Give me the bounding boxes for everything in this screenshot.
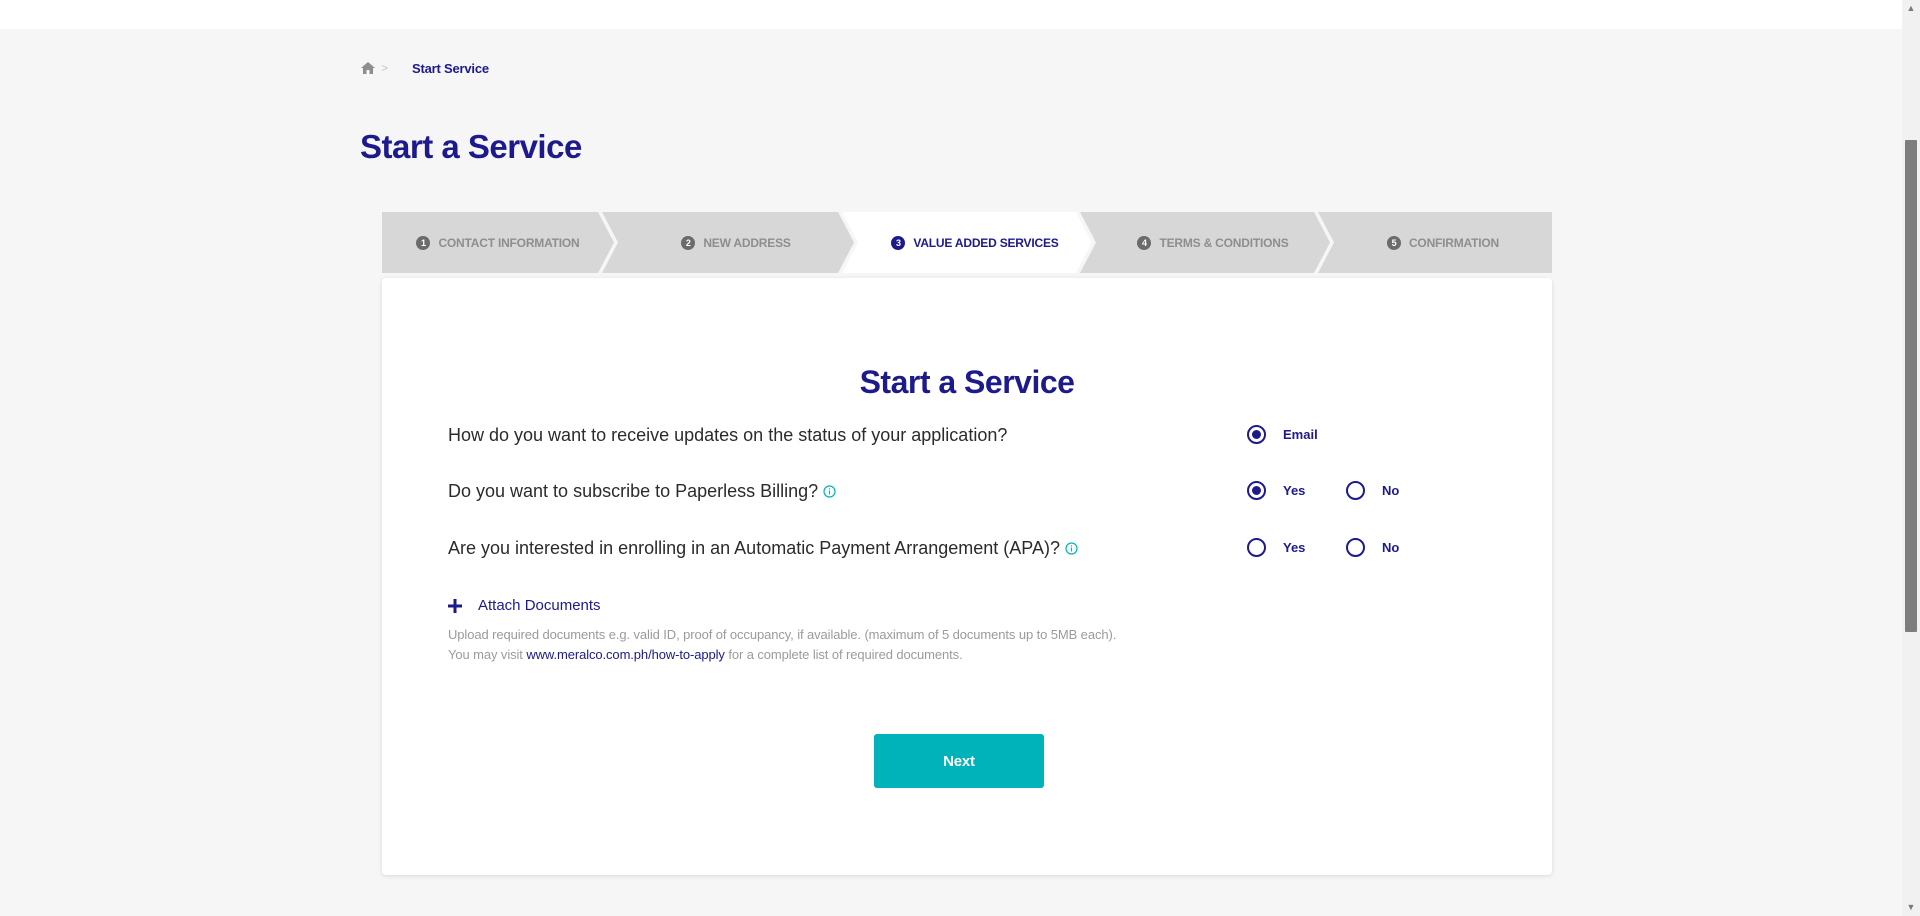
scrollbar-thumb[interactable] [1905,140,1917,632]
radio-label: Email [1283,427,1318,442]
radio-apa-no[interactable]: No [1346,538,1399,557]
progress-stepper: 1 CONTACT INFORMATION 2 NEW ADDRESS 3 VA… [382,212,1552,273]
step-confirmation: 5 CONFIRMATION [1334,212,1552,273]
step-label: VALUE ADDED SERVICES [913,235,1059,250]
radio-paperless-yes[interactable]: Yes [1247,481,1305,500]
radio-circle[interactable] [1247,538,1266,557]
step-new-address: 2 NEW ADDRESS [618,212,854,273]
page-title: Start a Service [360,128,582,165]
radio-label: No [1382,540,1400,555]
form-title: Start a Service [859,364,1075,400]
radio-label: Yes [1283,483,1306,498]
home-icon[interactable] [361,62,375,74]
step-label: TERMS & CONDITIONS [1159,235,1289,250]
info-icon[interactable] [823,485,836,498]
breadcrumb-current: Start Service [412,60,489,76]
page-scrollbar[interactable]: ▲ ▼ [1902,0,1920,916]
step-number: 3 [891,235,906,250]
scroll-down-arrow-icon[interactable]: ▼ [1902,899,1920,916]
step-label: CONTACT INFORMATION [438,235,580,250]
attach-documents-label: Attach Documents [478,597,601,614]
step-label: CONFIRMATION [1408,235,1500,250]
scroll-up-arrow-icon[interactable]: ▲ [1902,0,1920,17]
step-number: 5 [1386,235,1401,250]
step-number: 1 [416,235,431,250]
plus-icon [448,598,462,613]
form-card: Start a Service How do you want to recei… [382,278,1552,875]
radio-label: Yes [1283,540,1306,555]
radio-circle[interactable] [1346,538,1365,557]
info-icon[interactable] [1065,542,1078,555]
breadcrumb-separator: > [381,61,389,75]
breadcrumb: > Start Service [361,58,489,78]
radio-label: No [1382,483,1400,498]
help-suffix: for a complete list of required document… [728,647,963,662]
step-number: 4 [1137,235,1152,250]
requirements-help-text: You may visit www.meralco.com.ph/how-to-… [448,647,963,662]
upload-help-text: Upload required documents e.g. valid ID,… [448,627,1117,642]
radio-circle[interactable] [1247,425,1266,444]
step-contact-information: 1 CONTACT INFORMATION [382,212,614,273]
top-header-bar [0,0,1902,29]
question-updates: How do you want to receive updates on th… [448,425,1007,446]
question-text: Are you interested in enrolling in an Au… [448,538,1060,558]
step-number: 2 [681,235,696,250]
question-paperless: Do you want to subscribe to Paperless Bi… [448,481,836,502]
radio-paperless-no[interactable]: No [1346,481,1399,500]
step-value-added-services: 3 VALUE ADDED SERVICES [858,212,1092,273]
radio-circle[interactable] [1247,481,1266,500]
question-apa: Are you interested in enrolling in an Au… [448,538,1078,559]
radio-circle[interactable] [1346,481,1365,500]
how-to-apply-link[interactable]: www.meralco.com.ph/how-to-apply [526,647,725,662]
step-terms-conditions: 4 TERMS & CONDITIONS [1096,212,1330,273]
next-button[interactable]: Next [874,734,1044,788]
radio-updates-email[interactable]: Email [1247,425,1318,444]
help-prefix: You may visit [448,647,523,662]
attach-documents-button[interactable]: Attach Documents [448,597,601,614]
step-label: NEW ADDRESS [703,235,791,250]
question-text: Do you want to subscribe to Paperless Bi… [448,481,819,501]
question-text: How do you want to receive updates on th… [448,425,1008,445]
radio-apa-yes[interactable]: Yes [1247,538,1305,557]
